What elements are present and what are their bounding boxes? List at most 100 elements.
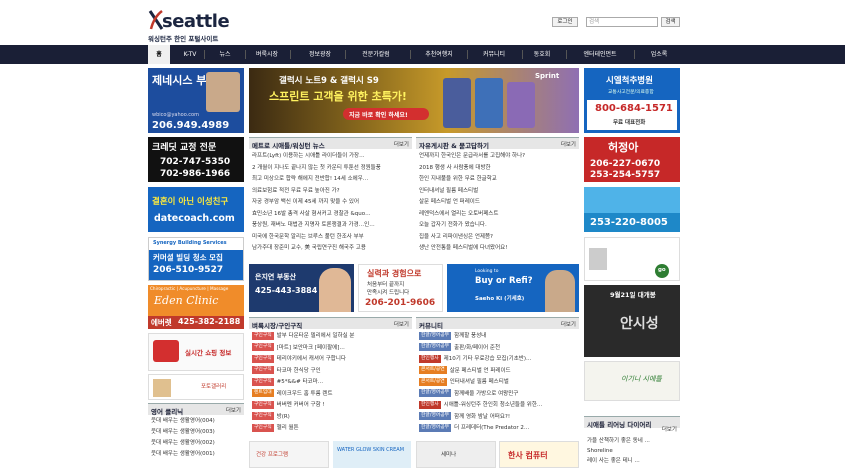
list-item-text: 테리야키에서 캐셔어 구합니다 bbox=[276, 356, 346, 362]
list-item[interactable]: 렌트임대 레이크우드 홈 투룸 렌트 bbox=[249, 389, 412, 401]
nav-columns[interactable]: 전문가칼럼 bbox=[352, 45, 400, 64]
list-item[interactable]: 구인구직 발부 다운타운 델리에서 일하실 분 bbox=[249, 331, 412, 343]
list-item[interactable]: 구인구직 #5*&&# 타코마… bbox=[249, 377, 412, 389]
list-item[interactable]: 한글/영어공부 함께배울 가방으로 여왕민구 bbox=[416, 389, 579, 401]
nav-info[interactable]: 정보광장 bbox=[298, 45, 342, 64]
list-item[interactable]: 구인구직 버버멘 커버어 구함 ! bbox=[249, 400, 412, 412]
list-item[interactable]: 구인구직 [마트] 보안마크 [페이팔에]… bbox=[249, 343, 412, 355]
list-item[interactable]: 라프트(Lyft) 이용하는 시애틀 라이더들이 가장… bbox=[249, 151, 412, 163]
banner-sprint[interactable]: Sprint 갤럭시 노트9 & 갤럭시 S9 스프린트 고객을 위한 초특가!… bbox=[249, 68, 579, 133]
nav-home[interactable]: 홈 bbox=[148, 45, 170, 64]
list-item[interactable]: 웃대 배우는 생활영어(001) bbox=[148, 449, 244, 460]
list-item[interactable]: Shoreline bbox=[584, 446, 680, 456]
nav-clubs[interactable]: 동호회 bbox=[527, 45, 557, 64]
list-item[interactable]: 자궁 경부암 백신 이제 45세 까지 맞을 수 있어 bbox=[249, 197, 412, 209]
list-item[interactable]: 집을 사고 리파이낸싱은 언제쯤? bbox=[416, 232, 579, 244]
more-link[interactable]: 더보기 bbox=[394, 140, 409, 148]
nav-ktv[interactable]: K-TV bbox=[176, 45, 204, 64]
list-item[interactable]: 효민소년 16발 총격 사살 혐서커고 경찰관 &quo… bbox=[249, 209, 412, 221]
list-item[interactable]: 한글/영어공부 함께 영화 밤날 어떠요?! bbox=[416, 412, 579, 424]
ad-bottom-1[interactable]: 건강 프로그램 bbox=[249, 441, 329, 468]
ad-line-2: 처음부터 끝까지 bbox=[367, 282, 405, 288]
list-item[interactable]: 언제까지 한국인은 문급라서를 고집해야 하나? bbox=[416, 151, 579, 163]
list-item[interactable]: 레엔덕스에서 열리는 오토버페스트 bbox=[416, 209, 579, 221]
ad-real-estate-experience[interactable]: 실력과 경험으로 처음부터 끝까지 만족시켜 드립니다 206-201-9606 bbox=[358, 264, 443, 312]
ad-text: WATER GLOW SKIN CREAM bbox=[337, 447, 405, 453]
ad-synergy-building[interactable]: Synergy Building Services 커머셜 빌딩 청소 모집 2… bbox=[148, 237, 244, 281]
list-item[interactable]: 웃대 배우는 생활영어(002) bbox=[148, 438, 244, 449]
ad-phone: 702-986-1966 bbox=[160, 169, 231, 179]
list-item[interactable]: 한인행사 제10기 기타 무료강습 모집(기초반)… bbox=[416, 354, 579, 366]
list-item[interactable]: 미국에 한국문학 알리는 브루스 풀턴 한조사 부부 bbox=[249, 232, 412, 244]
list-item[interactable]: 오늘 갑자기 전화가 왔습니다. bbox=[416, 220, 579, 232]
ad-eunjiyeon-realty[interactable]: 은지연 부동산 425-443-3884 bbox=[249, 264, 354, 312]
ad-bottom-2[interactable]: WATER GLOW SKIN CREAM bbox=[333, 441, 411, 468]
list-item[interactable]: 한인 지내풀을 위한 무료 한글학교 bbox=[416, 174, 579, 186]
list-item[interactable]: 한인행사 시애틀-워싱턴주 한인회 청소년들을 위한… bbox=[416, 400, 579, 412]
list-item[interactable]: 한글/영어공부 출판/화/페이어 준천 bbox=[416, 343, 579, 355]
nav-entertainment[interactable]: 엔터테인먼트 bbox=[572, 45, 628, 64]
nav-flea-market[interactable]: 벼룩시장 bbox=[250, 45, 284, 64]
more-link[interactable]: 더보기 bbox=[561, 320, 576, 328]
ad-title: 커머셜 빌딩 청소 모집 bbox=[153, 253, 223, 262]
list-item[interactable]: 살문 페스티벌 언 퍼레이드 bbox=[416, 197, 579, 209]
list-item[interactable]: 한글/영어공부 더 프레데터(The Predator 2… bbox=[416, 423, 579, 435]
board-list: 웃대 배우는 생활영어(004) 웃대 배우는 생활영어(003) 웃대 배우는… bbox=[148, 416, 244, 460]
list-item[interactable]: 구인구직 테리야키에서 캐셔어 구합니다 bbox=[249, 354, 412, 366]
list-item[interactable]: 웃대 배우는 생활영어(003) bbox=[148, 427, 244, 438]
list-item[interactable]: 가을 산책하기 좋은 동네 ... bbox=[584, 436, 680, 446]
board-list: 한글/영어공부 함께할 풍성내 한글/영어공부 출판/화/페이어 준천 한인행사 제10기… bbox=[416, 331, 579, 435]
search-button[interactable]: 검색 bbox=[661, 17, 680, 27]
list-item[interactable]: 남가주대 장준미 교수, 美 국립연구진 해국주 고용 bbox=[249, 243, 412, 255]
list-item[interactable]: 최고 미상으로 합략 해에지 전반합! 14세 소에우… bbox=[249, 174, 412, 186]
nav-directory[interactable]: 업소록 bbox=[640, 45, 678, 64]
list-item[interactable]: 인터내셔널 필름 페스티벌 bbox=[416, 186, 579, 198]
ad-datecoach[interactable]: 결혼이 아닌 이성친구 datecoach.com bbox=[148, 187, 244, 232]
list-item[interactable]: 웃대 배우는 생활영어(004) bbox=[148, 416, 244, 427]
ad-movie-ansiseong[interactable]: 9월21일 대개봉 안시성 bbox=[584, 285, 680, 357]
list-item[interactable]: 콘서트/공연 인터내셔널 필름 페스티벌 bbox=[416, 377, 579, 389]
banner-cta-button[interactable]: 지금 바로 확인 하세요! bbox=[343, 108, 429, 120]
ad-photo-gallery[interactable]: 포토갤러리 bbox=[148, 374, 244, 400]
ad-mortgage[interactable]: Looking to Buy or Refi? Saeho Ki (기세호) bbox=[447, 264, 579, 312]
list-item[interactable]: 구인구직 타코마 한식당 구인 bbox=[249, 366, 412, 378]
list-item[interactable]: 2018 행생 사 사람풍에 대방한 bbox=[416, 163, 579, 175]
ad-seattle-diary[interactable]: 이기니 시애틀 bbox=[584, 361, 680, 401]
list-item[interactable]: 의료보험료 적전 무료 무료 높아진 가? bbox=[249, 186, 412, 198]
nav-travel[interactable]: 추천여행지 bbox=[415, 45, 463, 64]
category-tag: 한글/영어공부 bbox=[419, 331, 452, 340]
search-input[interactable]: 검색 bbox=[586, 17, 658, 27]
list-item[interactable]: 구인구직 방(R) bbox=[249, 412, 412, 424]
ad-text: 실시간 쇼핑 정보 bbox=[185, 349, 232, 357]
category-tag: 구인구직 bbox=[252, 354, 274, 363]
ad-heojeonga[interactable]: 허정아 206-227-0670 253-254-5757 bbox=[584, 137, 680, 182]
ad-phone-253[interactable]: 253-220-8005 bbox=[584, 187, 680, 232]
ad-bottom-4[interactable]: 한사 컴퓨터 bbox=[499, 441, 579, 468]
ad-genesis-realty[interactable]: 제네시스 부동산 wbico@yahoo.com 206.949.4989 bbox=[148, 68, 244, 133]
login-button[interactable]: 로그인 bbox=[552, 17, 578, 27]
nav-news[interactable]: 뉴스 bbox=[208, 45, 242, 64]
phone-image bbox=[443, 78, 471, 128]
more-link[interactable]: 더보기 bbox=[662, 425, 677, 433]
ad-siel-spine-hospital[interactable]: 시엘척추병원 교통사고전문/의료종합 800-684-1571 무료 대표전화 bbox=[584, 68, 680, 133]
list-item[interactable]: 구인구직 헬리 월튼 bbox=[249, 423, 412, 435]
board-header: 메트로 시애틀/워싱턴 뉴스 더보기 bbox=[249, 137, 412, 150]
more-link[interactable]: 더보기 bbox=[226, 406, 241, 414]
ad-eden-clinic[interactable]: Chiropractic | Acupuncture | Massage Ede… bbox=[148, 285, 244, 329]
board-header: 시애틀 리어닝 다이어리 더보기 bbox=[584, 416, 680, 433]
more-link[interactable]: 더보기 bbox=[561, 140, 576, 148]
list-item[interactable]: 콘서트/공연 살문 페스티벌 언 퍼레이드 bbox=[416, 366, 579, 378]
more-link[interactable]: 더보기 bbox=[394, 320, 409, 328]
ad-bottom-3[interactable]: 세미나 bbox=[416, 441, 496, 468]
board-list: 라프트(Lyft) 이용하는 시애틀 라이더들이 가장… 2 개월이 지나도 끝… bbox=[249, 151, 412, 255]
ad-go[interactable]: go bbox=[584, 237, 680, 281]
list-item[interactable]: 풍상원, 재버노 대법관 지명자 토론쟁결과 가경…인… bbox=[249, 220, 412, 232]
ad-shopping[interactable]: 실시간 쇼핑 정보 bbox=[148, 333, 244, 371]
list-item[interactable]: 한글/영어공부 함께할 풍성내 bbox=[416, 331, 579, 343]
list-item[interactable]: 2 개월이 지나도 끝나지 않는 첫 카운티 투툰선 정원들풍 bbox=[249, 163, 412, 175]
list-item[interactable]: 생난 안전통을 페스티벌에 다녀왔어요! bbox=[416, 243, 579, 255]
nav-community[interactable]: 커뮤니티 bbox=[472, 45, 516, 64]
ad-credit-repair[interactable]: 크레딧 교정 전문 702-747-5350 702-986-1966 bbox=[148, 137, 244, 182]
agent-photo bbox=[545, 270, 575, 312]
list-item[interactable]: 레이 사는 좋은 테니 ... bbox=[584, 456, 680, 466]
